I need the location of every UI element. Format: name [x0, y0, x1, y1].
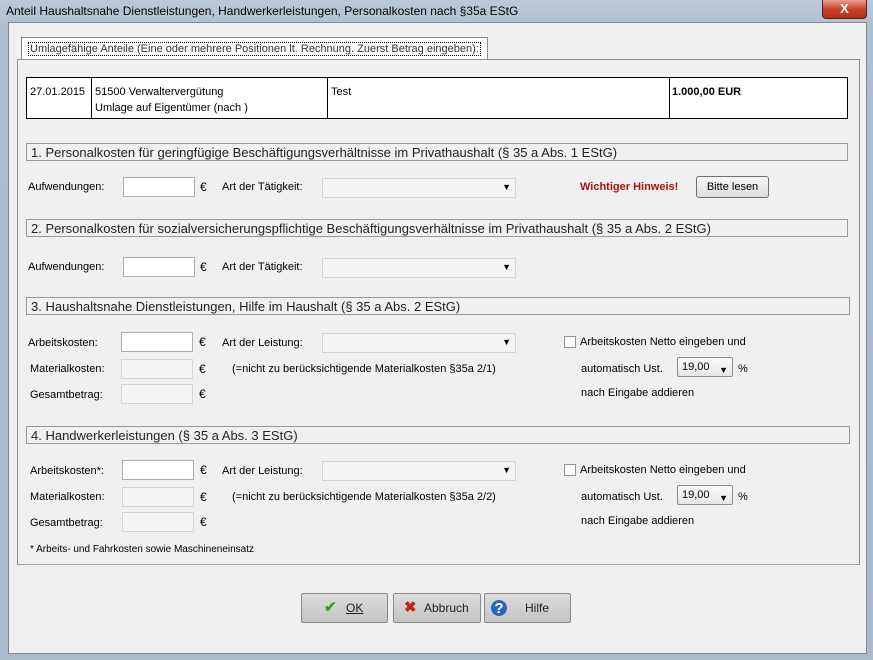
s3-ust-label: automatisch Ust.: [581, 363, 663, 375]
chevron-down-icon: ▼: [502, 182, 511, 192]
cancel-button[interactable]: ✖ Abbruch: [393, 593, 481, 623]
s1-aufwendungen-label: Aufwendungen:: [28, 181, 105, 193]
s1-aufwendungen-input[interactable]: [123, 177, 195, 197]
record-account-line1: 51500 Verwaltervergütung: [95, 86, 224, 98]
record-account-line2: Umlage auf Eigentümer (nach ): [95, 102, 248, 114]
s4-ust-select[interactable]: 19,00 ▼: [677, 485, 733, 505]
s4-gesamtbetrag-input[interactable]: [122, 512, 194, 532]
s3-currency-1: €: [199, 335, 206, 349]
s2-art-label: Art der Tätigkeit:: [222, 261, 303, 273]
s4-arbeitskosten-input[interactable]: [122, 460, 194, 480]
record-text: Test: [328, 78, 670, 118]
cross-icon: ✖: [404, 599, 417, 616]
section-4-header: 4. Handwerkerleistungen (§ 35 a Abs. 3 E…: [26, 426, 850, 444]
s4-footnote: * Arbeits- und Fahrkosten sowie Maschine…: [30, 544, 255, 555]
s3-currency-3: €: [199, 387, 206, 401]
s3-currency-2: €: [199, 362, 206, 376]
section-1-header: 1. Personalkosten für geringfügige Besch…: [26, 143, 848, 161]
s1-art-select[interactable]: ▼: [322, 178, 516, 198]
section-2-header: 2. Personalkosten für sozialversicherung…: [26, 219, 848, 237]
s4-currency-3: €: [200, 515, 207, 529]
tab-label: Umlagefähige Anteile (Eine oder mehrere …: [28, 42, 481, 56]
title-bar: Anteil Haushaltsnahe Dienstleistungen, H…: [0, 0, 873, 22]
s1-art-label: Art der Tätigkeit:: [222, 181, 303, 193]
s3-arbeitskosten-input[interactable]: [121, 332, 193, 352]
s3-art-select[interactable]: ▼: [322, 333, 516, 353]
s4-netto-label: Arbeitskosten Netto eingeben und: [580, 464, 746, 476]
s3-gesamtbetrag-label: Gesamtbetrag:: [30, 389, 103, 401]
read-hint-button[interactable]: Bitte lesen: [696, 176, 769, 198]
s3-addieren-label: nach Eingabe addieren: [581, 387, 695, 399]
s4-materialkosten-input[interactable]: [122, 487, 194, 507]
dialog-client: Umlagefähige Anteile (Eine oder mehrere …: [8, 22, 867, 654]
record-amount: 1.000,00 EUR: [672, 86, 742, 98]
close-button[interactable]: X: [822, 0, 867, 19]
chevron-down-icon: ▼: [719, 493, 728, 503]
s3-netto-label: Arbeitskosten Netto eingeben und: [580, 336, 746, 348]
s4-art-label: Art der Leistung:: [222, 465, 303, 477]
tab-umlagefaehige-anteile[interactable]: Umlagefähige Anteile (Eine oder mehrere …: [21, 37, 488, 60]
record-row[interactable]: 27.01.2015 51500 Verwaltervergütung Umla…: [26, 77, 848, 119]
s2-aufwendungen-input[interactable]: [123, 257, 195, 277]
s4-materialkosten-label: Materialkosten:: [30, 491, 105, 503]
s2-currency: €: [200, 260, 207, 274]
s3-material-note: (=nicht zu berücksichtigende Materialkos…: [232, 363, 496, 375]
ok-button[interactable]: ✔ OK: [301, 593, 388, 623]
s4-currency-1: €: [200, 463, 207, 477]
s4-netto-checkbox[interactable]: [564, 464, 576, 476]
chevron-down-icon: ▼: [719, 365, 728, 375]
tab-panel: 27.01.2015 51500 Verwaltervergütung Umla…: [17, 59, 860, 565]
s4-percent: %: [738, 491, 748, 503]
record-date: 27.01.2015: [27, 78, 92, 118]
s3-gesamtbetrag-input[interactable]: [121, 384, 193, 404]
s3-arbeitskosten-label: Arbeitskosten:: [28, 337, 98, 349]
ok-label: OK: [346, 601, 364, 615]
s4-ust-label: automatisch Ust.: [581, 491, 663, 503]
s3-materialkosten-label: Materialkosten:: [30, 363, 105, 375]
help-label: Hilfe: [525, 601, 550, 615]
s4-material-note: (=nicht zu berücksichtigende Materialkos…: [232, 491, 496, 503]
s3-ust-value: 19,00: [682, 361, 710, 373]
cancel-label: Abbruch: [424, 601, 469, 615]
window-title: Anteil Haushaltsnahe Dienstleistungen, H…: [6, 4, 519, 18]
s3-art-label: Art der Leistung:: [222, 337, 303, 349]
s3-netto-checkbox[interactable]: [564, 336, 576, 348]
s4-currency-2: €: [200, 490, 207, 504]
s4-arbeitskosten-label: Arbeitskosten*:: [30, 465, 104, 477]
s2-aufwendungen-label: Aufwendungen:: [28, 261, 105, 273]
help-button[interactable]: ? Hilfe: [484, 593, 571, 623]
s2-art-select[interactable]: ▼: [322, 258, 516, 278]
checkmark-icon: ✔: [324, 599, 337, 616]
important-hint-label: Wichtiger Hinweis!: [580, 181, 679, 193]
section-3-header: 3. Haushaltsnahe Dienstleistungen, Hilfe…: [26, 297, 850, 315]
chevron-down-icon: ▼: [502, 337, 511, 347]
help-icon: ?: [491, 600, 507, 617]
s3-materialkosten-input[interactable]: [121, 359, 193, 379]
s4-ust-value: 19,00: [682, 489, 710, 501]
s3-ust-select[interactable]: 19,00 ▼: [677, 357, 733, 377]
s3-percent: %: [738, 363, 748, 375]
s4-gesamtbetrag-label: Gesamtbetrag:: [30, 517, 103, 529]
s4-addieren-label: nach Eingabe addieren: [581, 515, 695, 527]
record-account: 51500 Verwaltervergütung Umlage auf Eige…: [92, 78, 328, 118]
s4-art-select[interactable]: ▼: [322, 461, 516, 481]
chevron-down-icon: ▼: [502, 262, 511, 272]
dialog-window: Anteil Haushaltsnahe Dienstleistungen, H…: [0, 0, 873, 660]
chevron-down-icon: ▼: [502, 465, 511, 475]
s1-currency: €: [200, 180, 207, 194]
